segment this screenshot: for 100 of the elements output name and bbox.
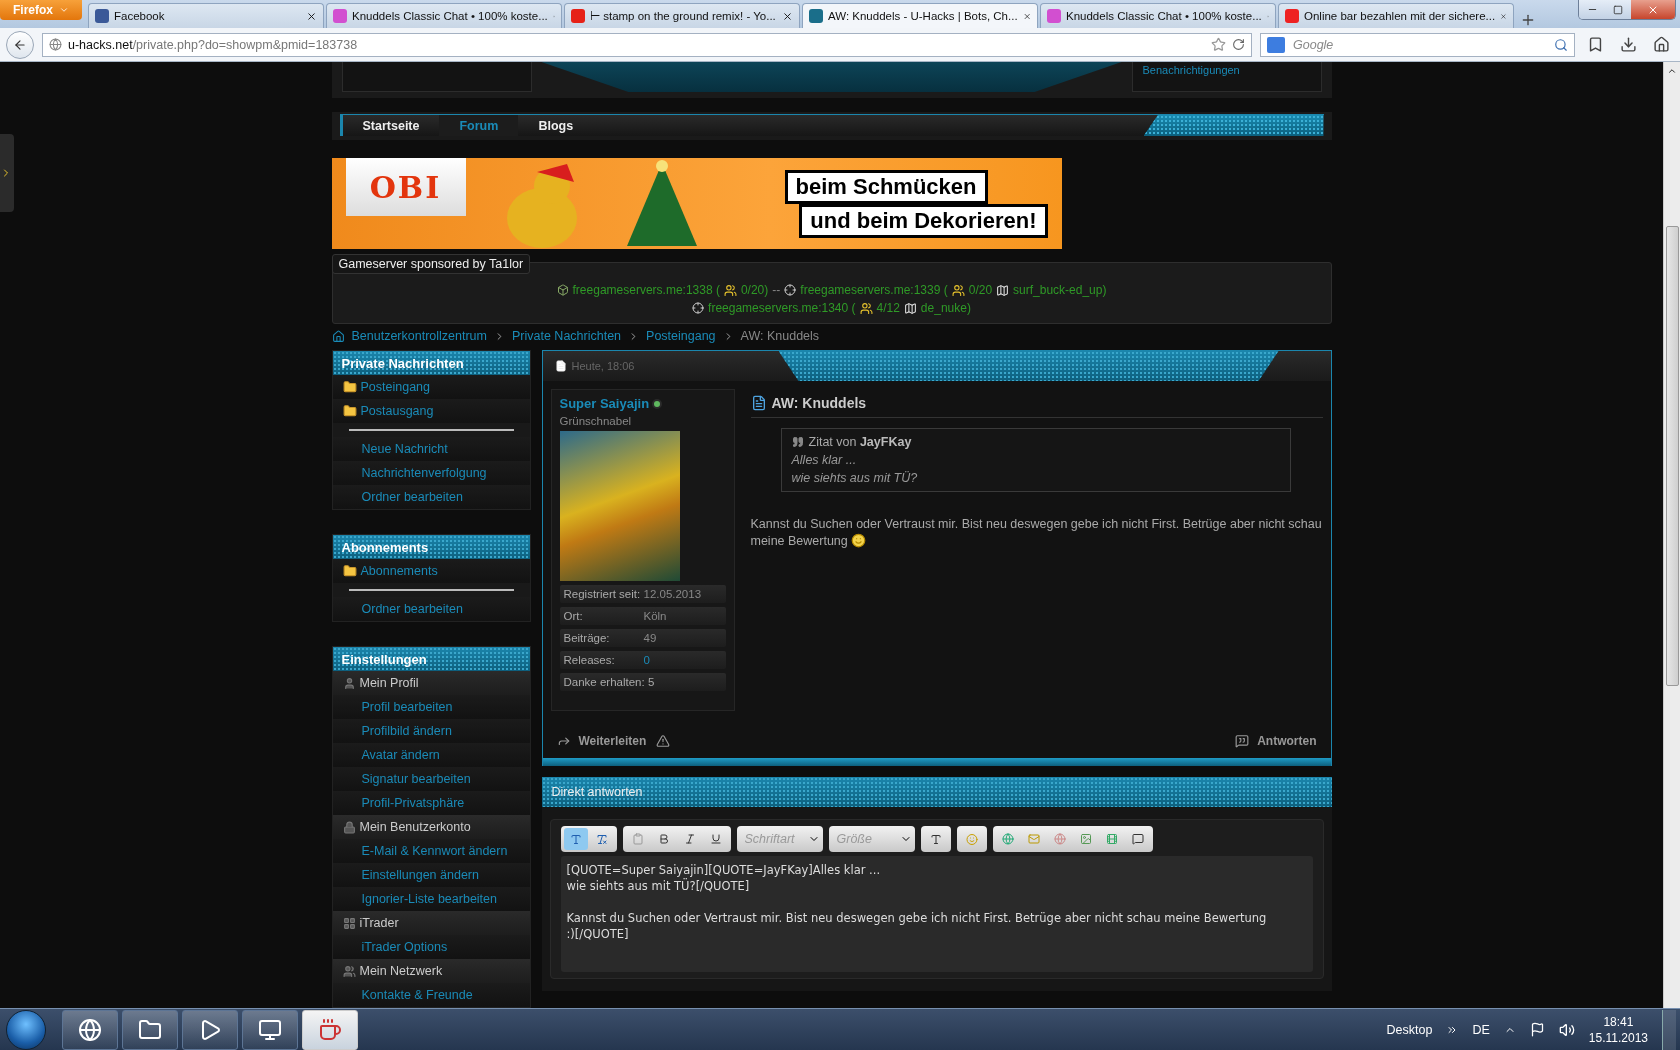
- flag-icon[interactable]: [1529, 1022, 1545, 1037]
- start-button[interactable]: [6, 1009, 46, 1050]
- map-icon: [903, 301, 917, 315]
- close-window-button[interactable]: [1631, 0, 1675, 19]
- stat-label: Beiträge:: [563, 632, 611, 644]
- search-engine-icon[interactable]: [1267, 36, 1285, 53]
- category-row[interactable]: Mein Benutzerkonto: [332, 815, 530, 839]
- reply-link[interactable]: Antworten: [1235, 734, 1317, 748]
- nav-tab[interactable]: Blogs: [518, 115, 594, 137]
- stat-value: Köln: [643, 610, 667, 622]
- browser-tab[interactable]: Online bar bezahlen mit der sichere...: [1278, 3, 1514, 28]
- breadcrumb-current[interactable]: AW: Knuddels: [740, 329, 820, 344]
- firefox-menu-button[interactable]: Firefox: [0, 0, 82, 20]
- notifications-link[interactable]: Benachrichtigungen: [1142, 64, 1240, 76]
- bold-icon: [657, 832, 670, 846]
- ad-headline: beim Schmücken: [784, 169, 988, 204]
- bookmark-star-icon[interactable]: [1211, 37, 1226, 52]
- size-dropdown[interactable]: Größe: [828, 826, 915, 852]
- underline-icon: [709, 832, 722, 846]
- players-icon: [723, 283, 737, 297]
- ad-banner[interactable]: OBI beim Schmücken und beim Dekorieren!: [331, 158, 1062, 250]
- font-select[interactable]: Schriftart: [742, 831, 803, 847]
- players-icon: [859, 301, 873, 315]
- stat-label: Danke erhalten: 5: [563, 676, 655, 688]
- server-link[interactable]: freegameservers.me:1339 (: [800, 283, 948, 298]
- scroll-up-icon[interactable]: [1667, 66, 1677, 76]
- gameserver-title: Gameserver sponsored by Ta1lor: [331, 254, 531, 275]
- cup-app-button[interactable]: [302, 1009, 358, 1050]
- globe-icon: [1001, 832, 1014, 846]
- separator-text: --: [772, 283, 781, 298]
- message-input[interactable]: [QUOTE=Super Saiyajin][QUOTE=JayFKay]Alles klar ... wie siehts aus mit TÜ?[/QUOTE] Kannst du Suchen oder Vertraust mir. Bist neu deswegen gebe ich nicht First. Betrüge aber nicht schau meine Bewertung :)[/QUOTE]: [560, 856, 1313, 972]
- address-field[interactable]: u-hacks.net/private.php?do=showpm&pmid=183738: [42, 32, 1252, 57]
- quote-line: wie siehts aus mit TÜ?: [791, 471, 919, 485]
- browser-tab[interactable]: ⊢ stamp on the ground remix! - Yo...: [564, 3, 800, 28]
- smiley-icon: [965, 831, 978, 847]
- search-field[interactable]: Google: [1291, 36, 1548, 53]
- category-icon: [342, 916, 356, 930]
- breadcrumb-link[interactable]: Posteingang: [646, 329, 716, 344]
- clock[interactable]: 18:41 15.11.2013: [1588, 1014, 1648, 1045]
- search-box[interactable]: Google: [1260, 32, 1575, 57]
- site-icon: [809, 9, 823, 23]
- browser-tab[interactable]: Knuddels Classic Chat • 100% koste...: [326, 3, 562, 28]
- document-icon: [554, 360, 567, 372]
- server-link[interactable]: freegameservers.me:1338 (: [572, 283, 720, 298]
- maximize-icon: [1613, 4, 1623, 15]
- home-icon[interactable]: [331, 329, 345, 343]
- close-icon[interactable]: [782, 10, 793, 22]
- breadcrumb-link[interactable]: Private Nachrichten: [512, 329, 622, 344]
- browser-tab[interactable]: Facebook: [88, 3, 324, 28]
- stat-value: 49: [643, 632, 657, 644]
- quote-icon: [791, 436, 804, 448]
- map-icon: [996, 283, 1010, 297]
- stat-value: 12.05.2013: [643, 588, 702, 600]
- monitor-app-button[interactable]: [242, 1009, 298, 1050]
- maximize-button[interactable]: [1605, 0, 1631, 19]
- author-link[interactable]: Super Saiyajin: [559, 396, 726, 411]
- browser-tab[interactable]: AW: Knuddels - U-Hacks | Bots, Ch...: [802, 3, 1038, 28]
- smiley-icon: [851, 533, 867, 548]
- wysiwyg-mode-button[interactable]: [563, 828, 588, 850]
- browser-app-button[interactable]: [62, 1009, 118, 1050]
- monitor-icon: [258, 1017, 282, 1042]
- browser-icon: [78, 1017, 102, 1042]
- folder-app-button[interactable]: [122, 1009, 178, 1050]
- nav-tab[interactable]: Startseite: [342, 115, 440, 137]
- stat-link[interactable]: 0: [643, 654, 650, 666]
- site-icon: [333, 9, 347, 23]
- show-desktop-button[interactable]: [1662, 1009, 1676, 1050]
- speech-bubble-icon: [1131, 832, 1144, 846]
- desktop-toolbar-label[interactable]: Desktop: [1386, 1022, 1433, 1037]
- size-select[interactable]: Größe: [834, 831, 895, 847]
- search-icon[interactable]: [1554, 37, 1568, 52]
- category-row[interactable]: iTrader: [332, 911, 530, 935]
- category-row[interactable]: Mein Netzwerk: [332, 959, 530, 983]
- user-rank: Grünschnabel: [559, 415, 633, 427]
- scrollbar[interactable]: [1663, 62, 1680, 1008]
- image-icon: [1079, 832, 1092, 846]
- site-icon: [571, 9, 585, 23]
- back-button[interactable]: [6, 30, 34, 59]
- breadcrumb-link[interactable]: Benutzerkontrollzentrum: [351, 329, 487, 344]
- nav-tab[interactable]: Forum: [439, 115, 519, 137]
- cube-icon: [556, 284, 569, 297]
- scroll-thumb[interactable]: [1665, 226, 1679, 686]
- reload-icon[interactable]: [1232, 38, 1245, 51]
- folder-icon: [342, 380, 357, 394]
- category-row[interactable]: Mein Profil: [332, 671, 530, 695]
- site-icon: [1047, 9, 1061, 23]
- bookmark-icon: [1587, 36, 1604, 53]
- language-indicator[interactable]: DE: [1472, 1022, 1490, 1037]
- report-icon[interactable]: [656, 734, 671, 748]
- font-dropdown[interactable]: Schriftart: [736, 826, 823, 852]
- globe-icon: [1053, 832, 1066, 846]
- category-icon: [342, 676, 356, 690]
- post-date: Heute, 18:06: [571, 360, 635, 372]
- server-link[interactable]: freegameservers.me:1340 (: [708, 301, 856, 316]
- forward-link[interactable]: Weiterleiten: [556, 734, 647, 748]
- browser-tab[interactable]: Knuddels Classic Chat • 100% koste...: [1040, 3, 1276, 28]
- play-app-button[interactable]: [182, 1009, 238, 1050]
- film-icon: [1105, 832, 1118, 846]
- speaker-icon[interactable]: [1558, 1021, 1575, 1038]
- close-icon[interactable]: [306, 10, 317, 22]
